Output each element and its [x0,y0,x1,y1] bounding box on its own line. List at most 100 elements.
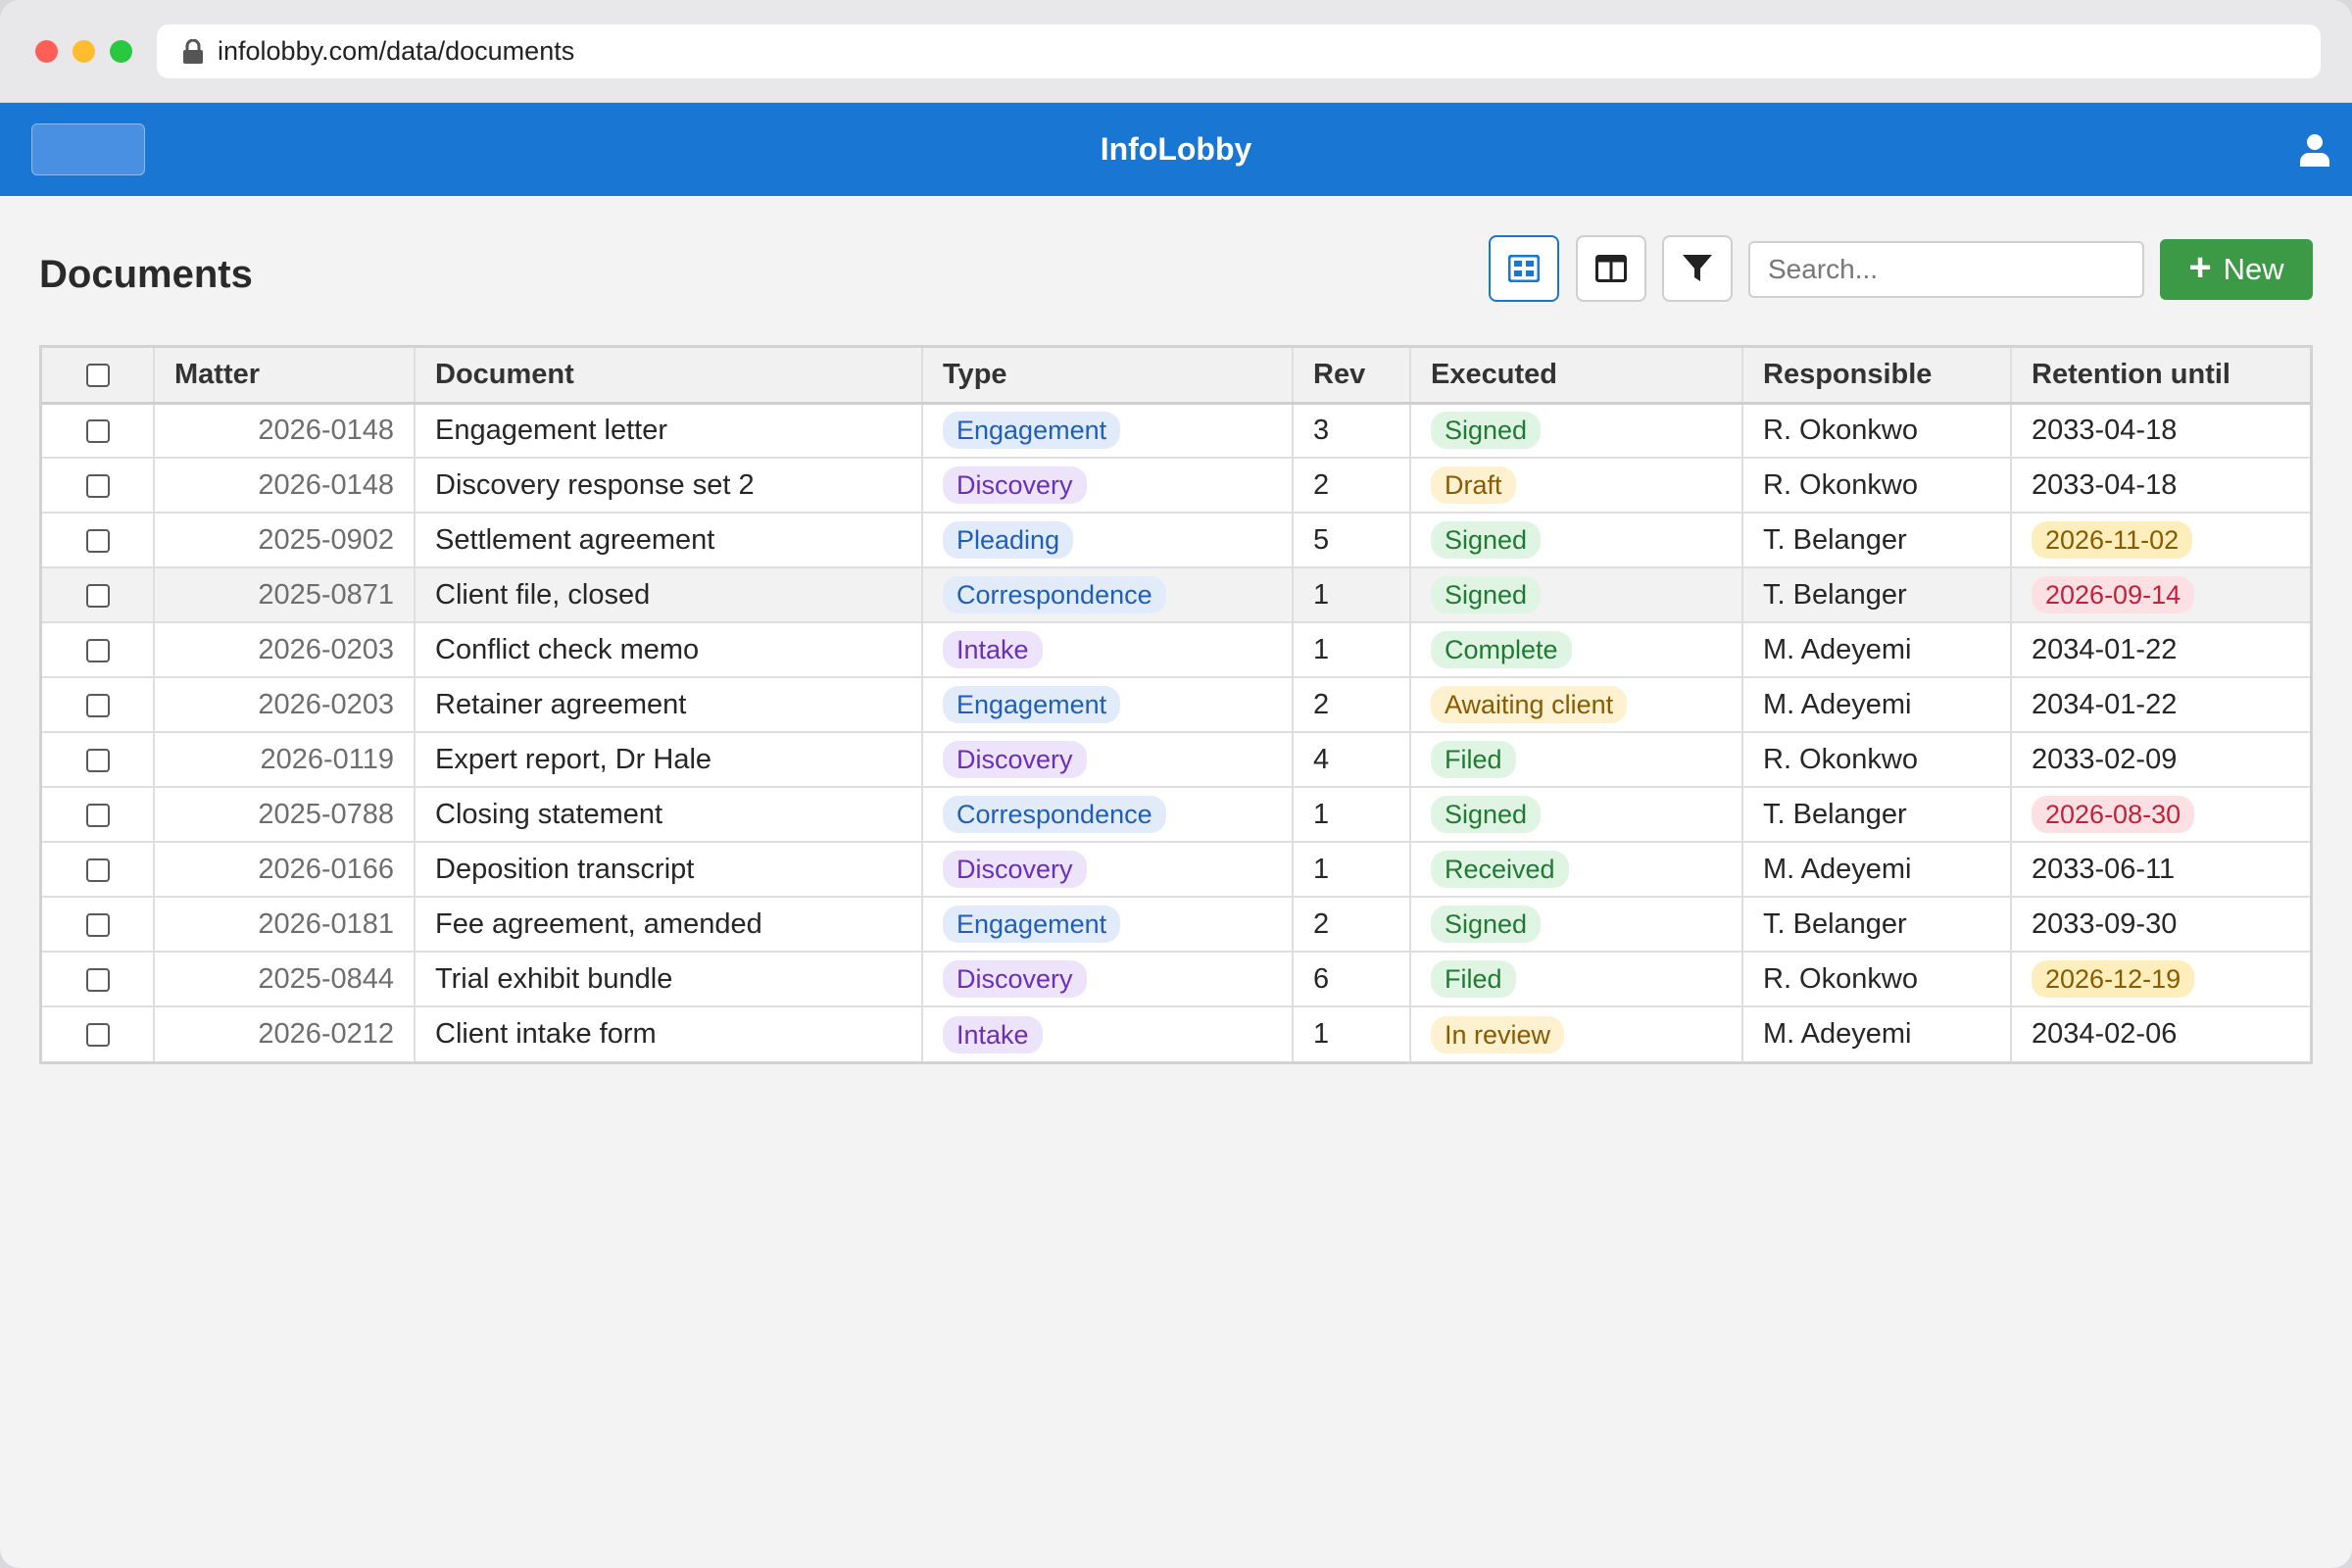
retention-date: 2033-06-11 [2032,853,2176,885]
responsible-cell: T. Belanger [1742,787,2012,843]
minimize-window-button[interactable] [73,40,95,63]
column-header-matter[interactable]: Matter [154,348,416,405]
rev-cell: 1 [1293,567,1411,623]
row-select-cell [42,1006,155,1061]
row-checkbox[interactable] [85,528,110,553]
app-header: InfoLobby [0,103,2352,196]
table-row[interactable]: 2025-0871 Client file, closed Corresponden… [42,567,2310,623]
responsible-cell: T. Belanger [1742,513,2012,568]
executed-status-badge: Signed [1431,576,1542,613]
type-badge: Discovery [943,960,1087,998]
executed-cell: Signed [1410,403,1743,459]
row-select-cell [42,567,155,623]
rev-cell: 1 [1293,622,1411,678]
columns-icon [1595,255,1627,282]
row-select-cell [42,677,155,733]
column-header-executed[interactable]: Executed [1410,348,1743,405]
document-cell[interactable]: Retainer agreement [415,677,923,733]
browser-window: infolobby.com/data/documents InfoLobby D… [0,0,2352,1568]
document-cell[interactable]: Client intake form [415,1006,923,1061]
retention-date: 2033-04-18 [2032,468,2178,501]
row-checkbox[interactable] [85,967,110,992]
browser-chrome: infolobby.com/data/documents [0,0,2352,103]
document-cell[interactable]: Trial exhibit bundle [415,952,923,1007]
column-header-responsible[interactable]: Responsible [1742,348,2012,405]
column-header-type[interactable]: Type [922,348,1294,405]
executed-status-badge: Signed [1431,906,1542,943]
rev-cell: 2 [1293,677,1411,733]
row-checkbox[interactable] [85,1023,110,1048]
executed-cell: In review [1410,1006,1743,1061]
maximize-window-button[interactable] [110,40,132,63]
table-row[interactable]: 2026-0203 Retainer agreement Engagement 2 Aw… [42,677,2310,733]
grid-view-icon [1508,255,1540,282]
rev-cell: 2 [1293,897,1411,953]
row-select-cell [42,458,155,514]
document-cell[interactable]: Client file, closed [415,567,923,623]
address-bar[interactable]: infolobby.com/data/documents [157,24,2321,78]
search-input[interactable] [1748,241,2144,298]
rev-cell: 3 [1293,403,1411,459]
rev-cell: 2 [1293,458,1411,514]
row-checkbox[interactable] [85,912,110,937]
column-header-document[interactable]: Document [415,348,923,405]
row-select-cell [42,732,155,788]
table-row[interactable]: 2026-0119 Expert report, Dr Hale Discovery… [42,732,2310,788]
matter-cell: 2025-0871 [154,567,416,623]
matter-cell: 2026-0212 [154,1006,416,1061]
type-badge: Engagement [943,906,1121,943]
row-checkbox[interactable] [85,583,110,608]
executed-cell: Signed [1410,513,1743,568]
retention-date: 2033-09-30 [2032,907,2178,940]
row-checkbox[interactable] [85,638,110,662]
rev-cell: 1 [1293,787,1411,843]
rev-cell: 6 [1293,952,1411,1007]
user-icon[interactable] [2299,133,2330,167]
document-cell[interactable]: Deposition transcript [415,842,923,898]
table-row[interactable]: 2026-0181 Fee agreement, amended Engagemen… [42,897,2310,953]
row-checkbox[interactable] [85,748,110,772]
close-window-button[interactable] [35,40,58,63]
table-row[interactable]: 2025-0902 Settlement agreement Pleading 5 Si… [42,513,2310,568]
column-header-retention[interactable]: Retention until [2011,348,2310,405]
row-checkbox[interactable] [85,858,110,882]
responsible-cell: M. Adeyemi [1742,1006,2012,1061]
document-cell[interactable]: Conflict check memo [415,622,923,678]
retention-date: 2026-08-30 [2032,796,2195,833]
new-button[interactable]: + New [2160,239,2313,300]
document-cell[interactable]: Closing statement [415,787,923,843]
executed-status-badge: Received [1431,851,1569,888]
table-row[interactable]: 2025-0844 Trial exhibit bundle Discovery 6 F… [42,952,2310,1007]
row-checkbox[interactable] [85,803,110,827]
document-cell[interactable]: Settlement agreement [415,513,923,568]
table-row[interactable]: 2026-0148 Discovery response set 2 Discove… [42,458,2310,514]
columns-view-button[interactable] [1576,235,1646,302]
filter-button[interactable] [1662,235,1733,302]
table-row[interactable]: 2026-0212 Client intake form Intake 1 In rev… [42,1006,2310,1061]
grid-view-button[interactable] [1489,235,1559,302]
table-row[interactable]: 2025-0788 Closing statement Correspondence… [42,787,2310,843]
table-row[interactable]: 2026-0166 Deposition transcript Discovery 1… [42,842,2310,898]
responsible-cell: R. Okonkwo [1742,403,2012,459]
new-button-label: New [2223,252,2284,286]
document-cell[interactable]: Engagement letter [415,403,923,459]
table-row[interactable]: 2026-0203 Conflict check memo Intake 1 Compl… [42,622,2310,678]
document-cell[interactable]: Fee agreement, amended [415,897,923,953]
type-cell: Engagement [922,677,1294,733]
document-cell[interactable]: Discovery response set 2 [415,458,923,514]
column-header-rev[interactable]: Rev [1293,348,1411,405]
retention-cell: 2026-12-19 [2011,952,2310,1007]
executed-cell: Complete [1410,622,1743,678]
row-select-cell [42,787,155,843]
row-checkbox[interactable] [85,419,110,444]
row-checkbox[interactable] [85,693,110,717]
document-cell[interactable]: Expert report, Dr Hale [415,732,923,788]
row-checkbox[interactable] [85,473,110,498]
table-header-row: Matter Document Type Rev Executed Respon… [42,348,2310,405]
rev-cell: 5 [1293,513,1411,568]
table-row[interactable]: 2026-0148 Engagement letter Engagement 3 Sig… [42,403,2310,459]
executed-status-badge: Signed [1431,521,1542,559]
select-all-checkbox[interactable] [85,364,110,388]
row-select-cell [42,403,155,459]
executed-cell: Signed [1410,897,1743,953]
